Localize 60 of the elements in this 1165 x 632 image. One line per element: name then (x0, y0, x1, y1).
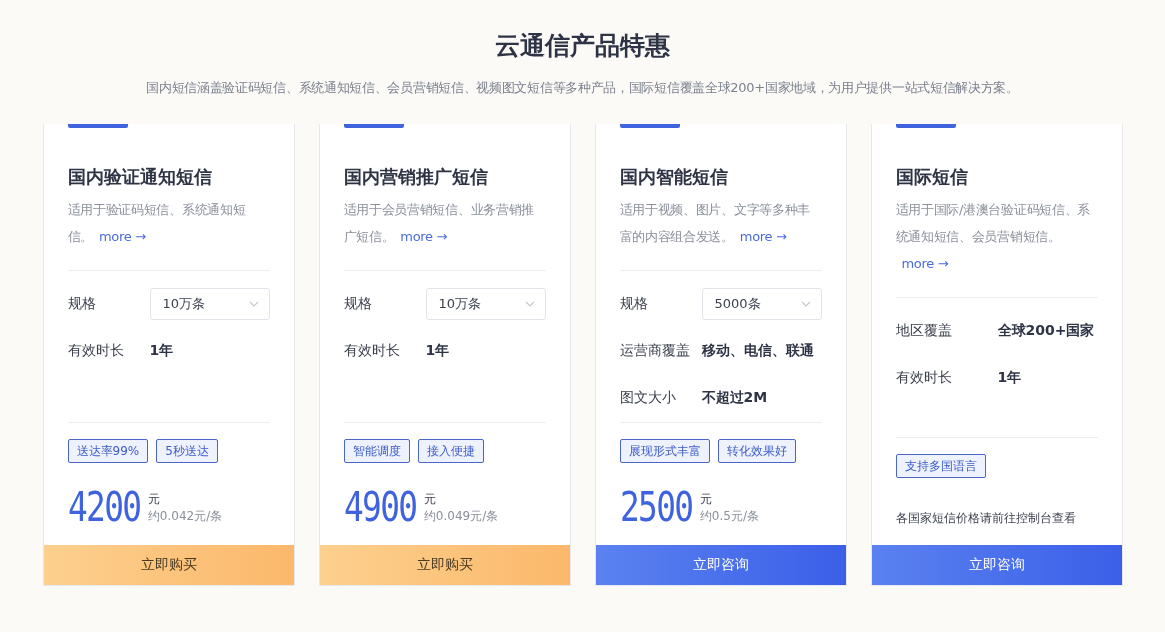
page-title: 云通信产品特惠 (495, 30, 670, 62)
spec-select[interactable]: 10万条 (149, 288, 270, 320)
feature-tag: 送达率99% (67, 439, 149, 463)
feature-tag: 转化效果好 (717, 439, 796, 463)
spec-label: 规格 (343, 295, 373, 313)
card-title: 国内智能短信 (619, 165, 729, 189)
spec-label: 规格 (67, 295, 97, 313)
chevron-down-icon (800, 301, 811, 307)
price-unit: 元 (147, 491, 161, 508)
feature-tag: 5秒送达 (156, 439, 218, 463)
spec-value: 全球200+国家 (997, 322, 1095, 340)
price-note: 各国家短信价格请前往控制台查看 (895, 510, 1077, 527)
spec-label: 运营商覆盖 (619, 342, 691, 360)
feature-tag: 支持多国语言 (895, 454, 986, 478)
card-description: 适用于会员营销短信、业务营销推广短信。 more → (343, 201, 535, 246)
card-accent-bar (67, 124, 128, 128)
card-title: 国际短信 (895, 165, 969, 189)
card-title: 国内验证通知短信 (67, 165, 213, 189)
card-accent-bar (343, 124, 404, 128)
price-amount: 4900 (343, 487, 416, 527)
spec-label: 有效时长 (343, 342, 401, 360)
unit-price: 约0.042元/条 (147, 508, 223, 525)
card-description: 适用于国际/港澳台验证码短信、系统通知短信、会员营销短信。 more → (895, 201, 1092, 273)
card-accent-bar (895, 124, 956, 128)
chevron-down-icon (524, 301, 535, 307)
unit-price: 约0.5元/条 (699, 508, 759, 525)
buy-button[interactable]: 立即购买 (319, 545, 570, 585)
price-unit: 元 (423, 491, 437, 508)
card-accent-bar (619, 124, 680, 128)
spec-select[interactable]: 10万条 (425, 288, 546, 320)
unit-price: 约0.049元/条 (423, 508, 499, 525)
price-unit: 元 (699, 491, 713, 508)
chevron-down-icon (248, 301, 259, 307)
spec-value: 移动、电信、联通 (701, 342, 814, 360)
spec-label: 有效时长 (895, 369, 953, 387)
spec-label: 图文大小 (619, 389, 677, 407)
spec-value: 1年 (149, 342, 174, 360)
spec-value: 不超过2M (701, 389, 768, 407)
card-description: 适用于视频、图片、文字等多种丰富的内容组合发送。 more → (619, 201, 811, 246)
card-title: 国内营销推广短信 (343, 165, 489, 189)
spec-label: 规格 (619, 295, 649, 313)
page-subtitle: 国内短信涵盖验证码短信、系统通知短信、会员营销短信、视频图文短信等多种产品，国际短信覆盖全球200+国家地域，为用户提供一站式短信解决方案。 (146, 79, 1019, 97)
consult-button[interactable]: 立即咨询 (595, 545, 846, 585)
price-amount: 2500 (619, 487, 692, 527)
more-link[interactable]: more → (98, 229, 146, 244)
consult-button[interactable]: 立即咨询 (871, 545, 1122, 585)
card-description: 适用于验证码短信、系统通知短信。 more → (67, 201, 247, 246)
feature-tag: 展现形式丰富 (619, 439, 710, 463)
feature-tag: 智能调度 (343, 439, 410, 463)
spec-value: 1年 (425, 342, 450, 360)
more-link[interactable]: more → (400, 229, 448, 244)
more-link[interactable]: more → (901, 256, 949, 271)
spec-value: 1年 (997, 369, 1022, 387)
price-amount: 4200 (67, 487, 140, 527)
spec-label: 地区覆盖 (895, 322, 953, 340)
spec-select[interactable]: 5000条 (701, 288, 822, 320)
buy-button[interactable]: 立即购买 (43, 545, 294, 585)
spec-label: 有效时长 (67, 342, 125, 360)
more-link[interactable]: more → (739, 229, 787, 244)
feature-tag: 接入便捷 (417, 439, 484, 463)
